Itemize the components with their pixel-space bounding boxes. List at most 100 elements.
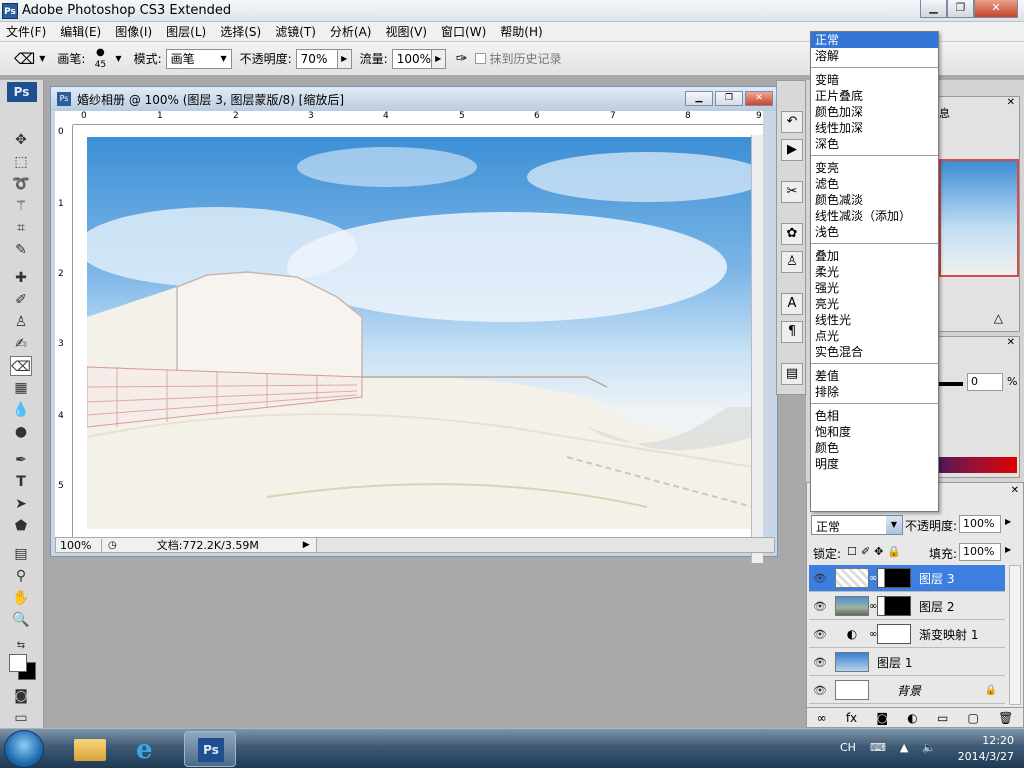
magic-wand-tool-icon[interactable]: ⚚ [10, 196, 32, 216]
link-layers-icon[interactable]: ∞ [817, 711, 827, 725]
dodge-tool-icon[interactable]: ● [10, 422, 32, 442]
visibility-eye-icon[interactable]: 👁 [809, 656, 831, 669]
menu-filter[interactable]: 滤镜(T) [275, 23, 316, 40]
visibility-eye-icon[interactable]: 👁 [809, 572, 831, 585]
blend-mode-option[interactable]: 排除 [811, 384, 938, 400]
path-selection-tool-icon[interactable]: ➤ [10, 494, 32, 514]
start-button[interactable] [4, 730, 44, 768]
brush-dropdown-arrow-icon[interactable]: ▼ [115, 54, 121, 63]
layer-style-icon[interactable]: fx [846, 711, 857, 725]
type-tool-icon[interactable]: T [10, 472, 32, 492]
layer-row[interactable]: 👁 图层 1 [809, 649, 1005, 676]
brushes-panel-icon[interactable]: ✿ [781, 223, 803, 245]
opacity-arrow-icon[interactable]: ▶ [1005, 517, 1011, 526]
brush-picker[interactable]: ● 45 [89, 47, 111, 70]
explorer-taskbar-icon[interactable] [64, 731, 116, 767]
layer-mask-thumbnail[interactable] [877, 596, 911, 616]
layer-row[interactable]: 👁 ∞ 图层 3 [809, 565, 1005, 592]
menu-view[interactable]: 视图(V) [385, 23, 427, 40]
blend-mode-option[interactable]: 线性加深 [811, 120, 938, 136]
menu-layer[interactable]: 图层(L) [166, 23, 206, 40]
layer-fill-input[interactable]: 100% [959, 543, 1001, 561]
blend-mode-option[interactable]: 颜色减淡 [811, 192, 938, 208]
blend-mode-option[interactable]: 明度 [811, 456, 938, 472]
layer-opacity-input[interactable]: 100% [959, 515, 1001, 533]
visibility-eye-icon[interactable]: 👁 [809, 628, 831, 641]
tray-arrow-icon[interactable]: ▲ [900, 741, 908, 754]
layer-comps-panel-icon[interactable]: ▤ [781, 363, 803, 385]
blend-mode-option[interactable]: 饱和度 [811, 424, 938, 440]
restore-button[interactable]: ❐ [947, 0, 974, 18]
layers-scrollbar[interactable] [1009, 565, 1021, 705]
hand-tool-icon[interactable]: ✋ [10, 588, 32, 608]
pen-tool-icon[interactable]: ✒ [10, 450, 32, 470]
volume-icon[interactable]: 🔈 [922, 741, 936, 754]
opacity-input[interactable]: 70% [295, 48, 338, 69]
mask-link-icon[interactable]: ∞ [869, 601, 877, 612]
quick-mask-icon[interactable]: ◙ [10, 686, 32, 706]
blend-mode-option[interactable]: 正片叠底 [811, 88, 938, 104]
actions-panel-icon[interactable]: ▶ [781, 139, 803, 161]
doc-minimize-button[interactable]: ▁ [685, 91, 713, 106]
blend-mode-option[interactable]: 差值 [811, 368, 938, 384]
doc-restore-button[interactable]: ❐ [715, 91, 743, 106]
zoom-in-icon[interactable]: △ [994, 311, 1003, 325]
blur-tool-icon[interactable]: 💧 [10, 400, 32, 420]
character-panel-icon[interactable]: A [781, 293, 803, 315]
mask-link-icon[interactable]: ∞ [869, 629, 877, 640]
crop-tool-icon[interactable]: ⌗ [10, 218, 32, 238]
new-adjustment-layer-icon[interactable]: ◐ [907, 711, 917, 725]
eraser-tool-preset-icon[interactable]: ⌫ [14, 50, 35, 68]
notes-tool-icon[interactable]: ▤ [10, 544, 32, 564]
clone-source-panel-icon[interactable]: ♙ [781, 251, 803, 273]
screen-mode-icon[interactable]: ▭ [10, 708, 32, 728]
gradient-tool-icon[interactable]: ▦ [10, 378, 32, 398]
visibility-eye-icon[interactable]: 👁 [809, 684, 831, 697]
airbrush-icon[interactable]: ✑ [456, 51, 468, 67]
blend-mode-option[interactable]: 线性光 [811, 312, 938, 328]
menu-file[interactable]: 文件(F) [6, 23, 46, 40]
blend-mode-option[interactable]: 颜色加深 [811, 104, 938, 120]
marquee-tool-icon[interactable]: ⬚ [10, 152, 32, 172]
clone-stamp-tool-icon[interactable]: ♙ [10, 312, 32, 332]
blend-mode-option[interactable]: 线性减淡（添加） [811, 208, 938, 224]
delete-layer-icon[interactable]: 🗑 [998, 711, 1013, 725]
blend-mode-option[interactable]: 滤色 [811, 176, 938, 192]
blend-mode-option[interactable]: 变亮 [811, 160, 938, 176]
minimize-button[interactable]: ▁ [920, 0, 947, 18]
menu-help[interactable]: 帮助(H) [500, 23, 542, 40]
doc-close-button[interactable]: ✕ [745, 91, 773, 106]
eyedropper-tool-icon[interactable]: ⚲ [10, 566, 32, 586]
flow-input[interactable]: 100% [391, 48, 432, 69]
layer-mask-thumbnail[interactable] [877, 624, 911, 644]
blend-mode-option[interactable]: 溶解 [811, 48, 938, 64]
history-panel-icon[interactable]: ↶ [781, 111, 803, 133]
blend-mode-option[interactable]: 亮光 [811, 296, 938, 312]
shape-tool-icon[interactable]: ⬟ [10, 516, 32, 536]
new-layer-icon[interactable]: ▢ [968, 711, 979, 725]
new-group-icon[interactable]: ▭ [937, 711, 948, 725]
slice-tool-icon[interactable]: ✎ [10, 240, 32, 260]
layer-row[interactable]: 👁 背景 🔒 [809, 677, 1005, 704]
blend-mode-option[interactable]: 色相 [811, 408, 938, 424]
visibility-eye-icon[interactable]: 👁 [809, 600, 831, 613]
layer-blend-mode-select[interactable]: 正常 ▼ [811, 515, 903, 535]
status-menu-arrow-icon[interactable]: ▶ [303, 540, 310, 550]
zoom-level[interactable]: 100% [56, 538, 102, 552]
system-clock[interactable]: 12:20 2014/3/27 [958, 733, 1014, 765]
move-tool-icon[interactable]: ✥ [10, 130, 32, 150]
blend-mode-option[interactable]: 柔光 [811, 264, 938, 280]
history-brush-tool-icon[interactable]: ✍ [10, 334, 32, 354]
color-slider-track[interactable] [937, 382, 963, 386]
eraser-tool-icon[interactable]: ⌫ [10, 356, 32, 376]
panel-close-icon[interactable]: ✕ [1007, 97, 1015, 108]
menu-select[interactable]: 选择(S) [220, 23, 261, 40]
blend-mode-option[interactable]: 浅色 [811, 224, 938, 240]
menu-window[interactable]: 窗口(W) [441, 23, 486, 40]
navigator-thumbnail[interactable] [939, 159, 1019, 277]
mask-link-icon[interactable]: ∞ [869, 573, 877, 584]
color-ramp[interactable] [937, 457, 1017, 473]
blend-mode-option[interactable]: 变暗 [811, 72, 938, 88]
blend-mode-option[interactable]: 实色混合 [811, 344, 938, 360]
foreground-color-swatch[interactable] [9, 654, 27, 672]
